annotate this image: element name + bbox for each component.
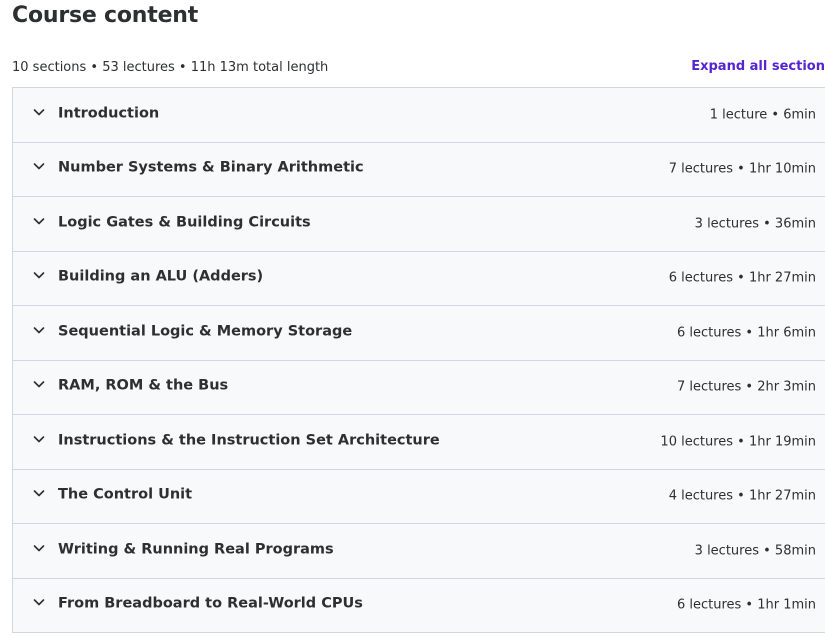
course-meta-row: 10 sections • 53 lectures • 11h 13m tota… — [12, 58, 825, 78]
chevron-down-icon — [32, 541, 46, 555]
section-meta: 3 lectures • 36min — [694, 216, 816, 232]
page-title: Course content — [12, 3, 199, 28]
expand-all-sections-button[interactable]: Expand all section — [691, 59, 825, 74]
section-title: Writing & Running Real Programs — [58, 541, 334, 558]
chevron-down-icon — [32, 323, 46, 337]
section-title: Number Systems & Binary Arithmetic — [58, 159, 364, 176]
section-item-7[interactable]: Instructions & the Instruction Set Archi… — [13, 415, 825, 470]
chevron-down-icon — [32, 486, 46, 500]
chevron-down-icon — [32, 159, 46, 173]
chevron-down-icon — [32, 214, 46, 228]
chevron-down-icon — [32, 268, 46, 282]
section-title: Sequential Logic & Memory Storage — [58, 323, 353, 340]
section-title: Building an ALU (Adders) — [58, 268, 264, 285]
section-item-6[interactable]: RAM, ROM & the Bus 7 lectures • 2hr 3min — [13, 360, 825, 415]
section-item-1[interactable]: Introduction 1 lecture • 6min — [13, 88, 825, 143]
section-item-9[interactable]: Writing & Running Real Programs 3 lectur… — [13, 524, 825, 579]
section-meta: 3 lectures • 58min — [694, 543, 816, 559]
section-item-10[interactable]: From Breadboard to Real-World CPUs 6 lec… — [13, 578, 825, 633]
section-meta: 6 lectures • 1hr 27min — [668, 270, 816, 286]
section-meta: 7 lectures • 2hr 3min — [676, 379, 816, 395]
chevron-down-icon — [32, 105, 46, 119]
section-item-2[interactable]: Number Systems & Binary Arithmetic 7 lec… — [13, 142, 825, 197]
section-meta: 4 lectures • 1hr 27min — [668, 488, 816, 504]
chevron-down-icon — [32, 595, 46, 609]
course-summary: 10 sections • 53 lectures • 11h 13m tota… — [12, 60, 329, 75]
section-meta: 10 lectures • 1hr 19min — [660, 434, 816, 450]
section-title: Logic Gates & Building Circuits — [58, 214, 311, 231]
section-meta: 1 lecture • 6min — [709, 107, 816, 123]
section-meta: 6 lectures • 1hr 6min — [676, 325, 816, 341]
section-item-3[interactable]: Logic Gates & Building Circuits 3 lectur… — [13, 197, 825, 252]
section-item-5[interactable]: Sequential Logic & Memory Storage 6 lect… — [13, 306, 825, 361]
section-title: Instructions & the Instruction Set Archi… — [58, 432, 440, 449]
section-list: Introduction 1 lecture • 6min Number Sys… — [12, 87, 825, 633]
chevron-down-icon — [32, 377, 46, 391]
section-title: Introduction — [58, 105, 160, 122]
section-title: From Breadboard to Real-World CPUs — [58, 595, 363, 612]
section-item-4[interactable]: Building an ALU (Adders) 6 lectures • 1h… — [13, 251, 825, 306]
section-title: The Control Unit — [58, 486, 193, 503]
section-title: RAM, ROM & the Bus — [58, 377, 229, 394]
section-meta: 7 lectures • 1hr 10min — [668, 161, 816, 177]
chevron-down-icon — [32, 432, 46, 446]
section-item-8[interactable]: The Control Unit 4 lectures • 1hr 27min — [13, 469, 825, 524]
section-meta: 6 lectures • 1hr 1min — [676, 597, 816, 613]
